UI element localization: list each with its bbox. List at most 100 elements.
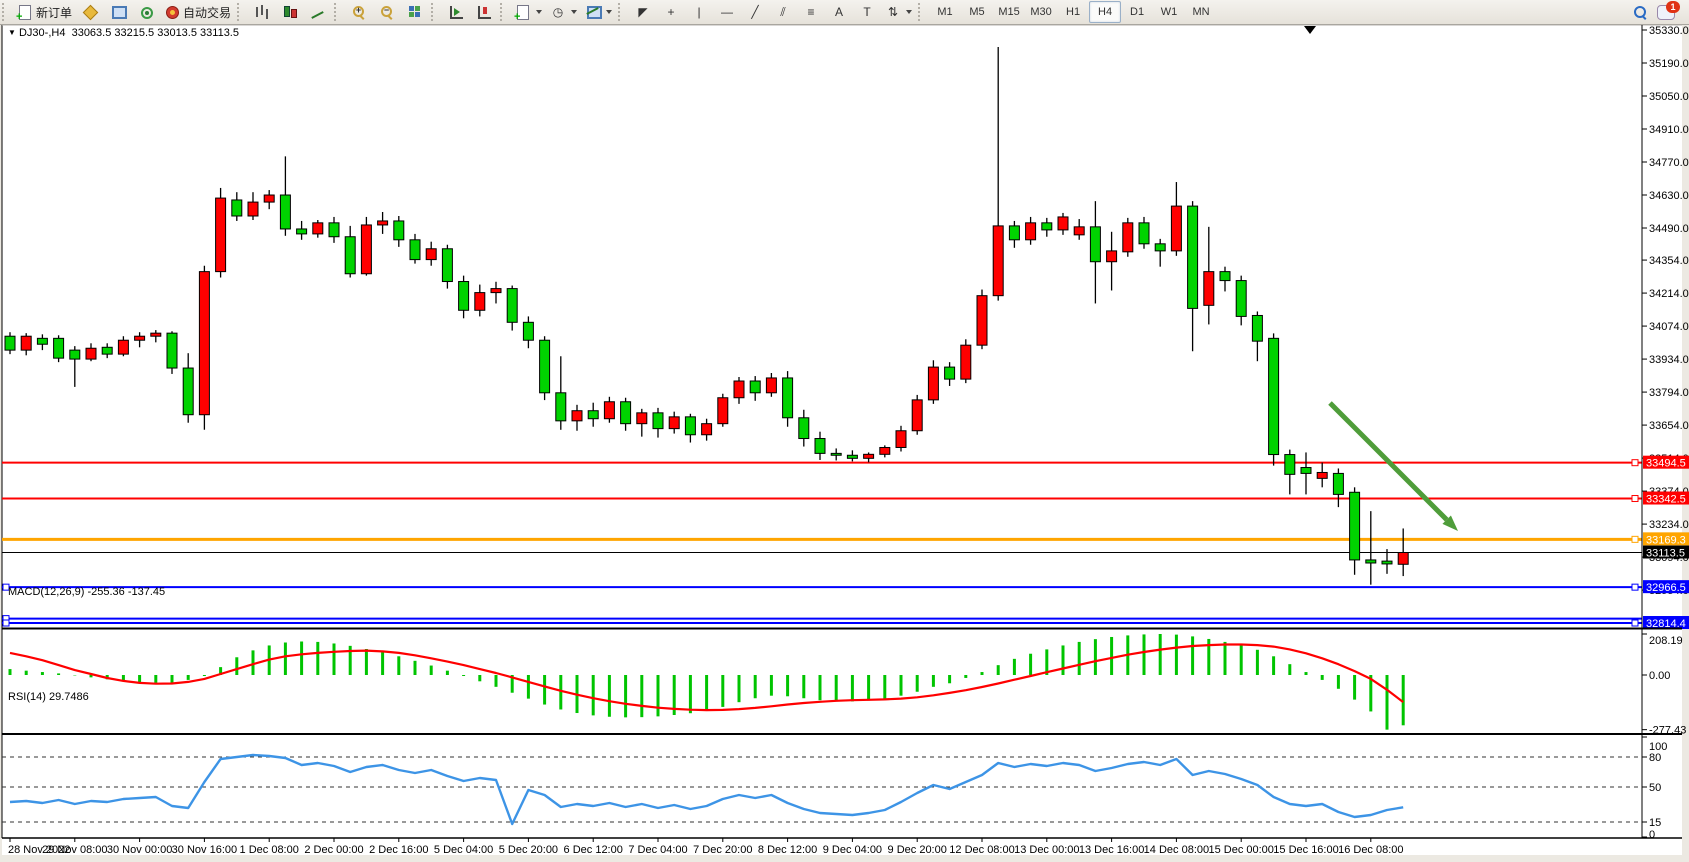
rsi-tick: 15 [1649,817,1661,829]
zoom-out-icon: − [379,4,395,20]
price-badge-text: 32966.5 [1646,582,1686,594]
time-label: 2 Dec 00:00 [304,844,363,856]
price-badge-text: 33342.5 [1646,494,1686,506]
price-badge-text: 33113.5 [1646,548,1685,560]
price-tick: 34910.0 [1649,124,1689,136]
time-label: 7 Dec 20:00 [693,844,752,856]
horizontal-line-icon: — [719,4,735,20]
price-tick: 34074.0 [1649,321,1689,333]
cursor-icon: ◤ [635,4,651,20]
toolbar-grip [334,3,343,21]
vertical-line-button[interactable]: | [685,1,713,23]
text-label-button[interactable]: T [853,1,881,23]
toolbar-grip [500,3,509,21]
add-indicator-icon: + [515,4,531,20]
timeframe-w1-button[interactable]: W1 [1153,1,1185,23]
time-label: 7 Dec 04:00 [628,844,687,856]
chart-menu-triangle-icon[interactable]: ▼ [8,28,16,37]
price-tick: 35050.0 [1649,91,1689,103]
chart-shift-button[interactable] [470,1,498,23]
text-label-icon: T [859,4,875,20]
price-tick: 34214.0 [1649,288,1689,300]
price-tick: 33934.0 [1649,354,1689,366]
line-chart-button[interactable] [304,1,332,23]
market-watch-icon [82,4,98,20]
bar-chart-button[interactable] [248,1,276,23]
price-badge-text: 33494.5 [1646,458,1686,470]
price-chart[interactable]: 35330.035190.035050.034910.034770.034630… [0,24,1689,862]
toolbar-grip [618,3,627,21]
horizontal-line-button[interactable]: — [713,1,741,23]
rsi-tick: 0 [1649,829,1655,841]
cursor-button[interactable]: ◤ [629,1,657,23]
timeframe-m5-button[interactable]: M5 [961,1,993,23]
macd-tick: 0.00 [1649,670,1670,682]
timeframe-m15-button[interactable]: M15 [993,1,1025,23]
time-label: 5 Dec 20:00 [499,844,558,856]
time-label: 1 Dec 08:00 [240,844,299,856]
text-icon: A [831,4,847,20]
time-label: 13 Dec 00:00 [1014,844,1079,856]
auto-scroll-icon [448,4,464,20]
price-tick: 35330.0 [1649,25,1689,37]
line-handle [1632,460,1638,466]
macd-tick: 208.19 [1649,635,1683,647]
vertical-line-icon: | [691,4,707,20]
macd-indicator-label: MACD(12,26,9) -255.36 -137.45 [8,586,165,598]
time-label: 2 Dec 16:00 [369,844,428,856]
time-label: 9 Dec 20:00 [888,844,947,856]
candlestick-chart-button[interactable] [276,1,304,23]
toolbar-grip [431,3,440,21]
market-watch-button[interactable] [76,1,104,23]
terminal-button[interactable] [104,1,132,23]
toolbar-grip [918,3,927,21]
templates-button[interactable] [581,1,616,23]
bar-chart-icon [254,4,270,20]
crosshair-button[interactable]: + [657,1,685,23]
indicators-button[interactable]: + [511,1,546,23]
arrows-button[interactable]: ⇅ [881,1,916,23]
chat-icon[interactable]: 1 [1657,5,1675,20]
arrows-icon: ⇅ [885,4,901,20]
price-tick: 34770.0 [1649,157,1689,169]
price-tick: 34490.0 [1649,223,1689,235]
price-tick: 33794.0 [1649,387,1689,399]
time-label: 14 Dec 08:00 [1144,844,1209,856]
line-chart-icon [310,4,326,20]
price-tick: 34630.0 [1649,190,1689,202]
text-button[interactable]: A [825,1,853,23]
timeframe-mn-button[interactable]: MN [1185,1,1217,23]
template-icon [585,4,601,20]
chevron-down-icon [536,10,542,14]
time-label: 12 Dec 08:00 [949,844,1014,856]
autotrading-label: 自动交易 [183,4,231,21]
signals-button[interactable] [132,1,160,23]
channel-button[interactable]: ⫽ [769,1,797,23]
new-order-icon: + [17,4,33,20]
autotrading-button[interactable]: 自动交易 [160,1,235,23]
fibonacci-icon: ≡ [803,4,819,20]
fibonacci-button[interactable]: ≡ [797,1,825,23]
trendline-button[interactable]: ╱ [741,1,769,23]
price-badge-text: 33169.3 [1646,534,1686,546]
auto-scroll-button[interactable] [442,1,470,23]
notification-badge: 1 [1666,1,1680,13]
symbol-period-label: DJ30-,H4 [19,27,65,39]
time-label: 30 Nov 00:00 [107,844,172,856]
zoom-in-button[interactable]: + [345,1,373,23]
periods-button[interactable]: ◷ [546,1,581,23]
new-order-button[interactable]: + 新订单 [13,1,76,23]
chevron-down-icon [571,10,577,14]
timeframe-d1-button[interactable]: D1 [1121,1,1153,23]
timeframe-m30-button[interactable]: M30 [1025,1,1057,23]
tile-windows-button[interactable] [401,1,429,23]
zoom-out-button[interactable]: − [373,1,401,23]
timeframe-m1-button[interactable]: M1 [929,1,961,23]
timeframe-h4-button[interactable]: H4 [1089,1,1121,23]
clock-icon: ◷ [550,4,566,20]
timeframe-h1-button[interactable]: H1 [1057,1,1089,23]
rsi-tick: 50 [1649,782,1661,794]
time-label: 8 Dec 12:00 [758,844,817,856]
search-icon[interactable] [1633,5,1647,19]
equidistant-channel-icon: ⫽ [775,4,791,20]
